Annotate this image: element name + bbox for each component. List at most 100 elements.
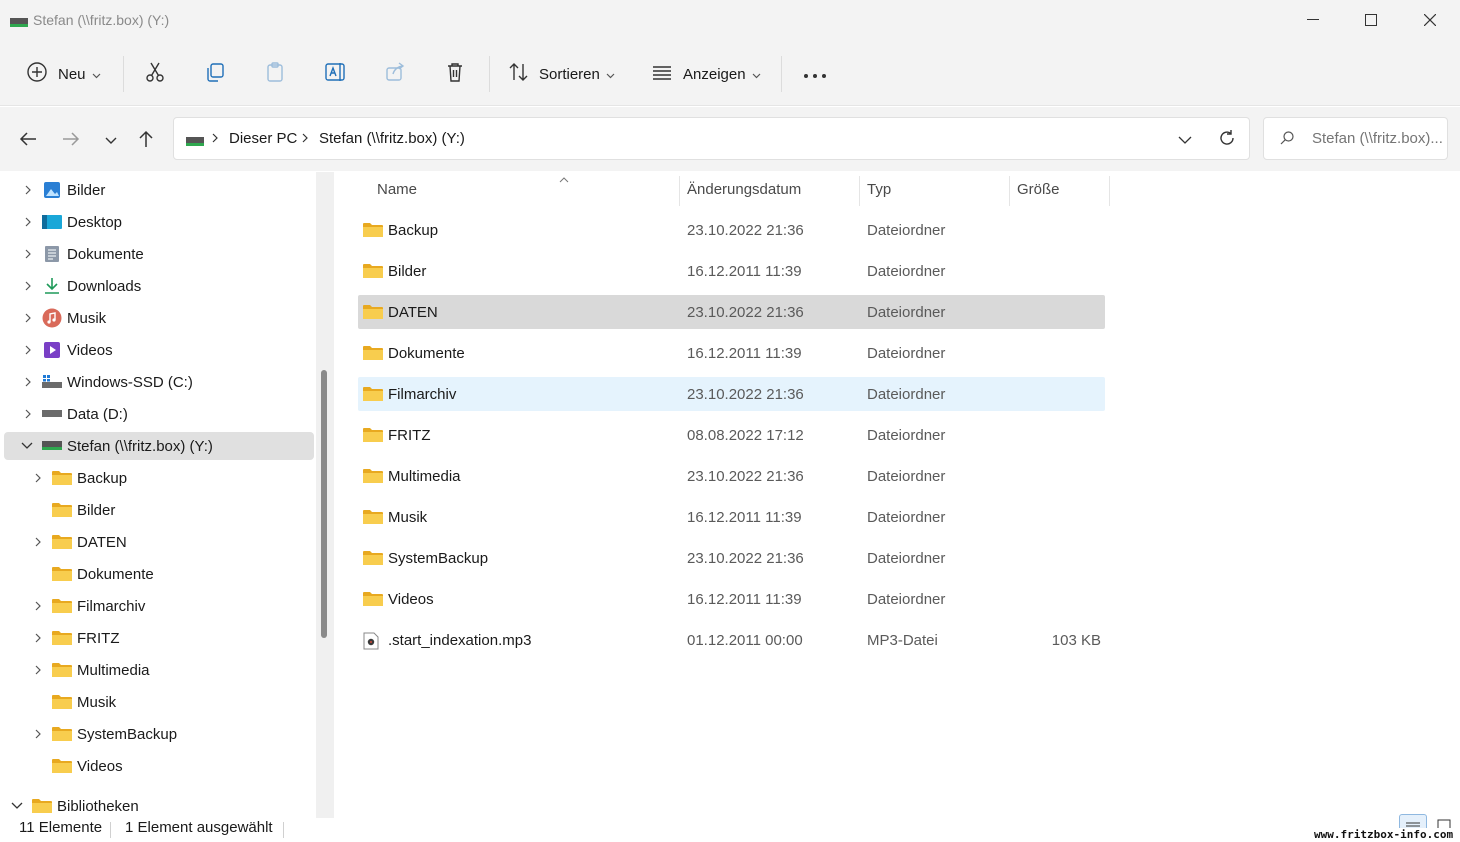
search-icon bbox=[1280, 131, 1294, 148]
more-icon bbox=[803, 66, 827, 83]
chevron-right-icon[interactable] bbox=[22, 312, 34, 324]
column-header-size[interactable]: Größe bbox=[1017, 172, 1107, 206]
network-drive-icon bbox=[42, 437, 62, 455]
refresh-icon bbox=[1218, 129, 1236, 150]
file-date: 16.12.2011 11:39 bbox=[687, 263, 802, 280]
recent-locations-button[interactable] bbox=[96, 125, 126, 155]
file-row[interactable]: SystemBackup 23.10.2022 21:36 Dateiordne… bbox=[358, 541, 1105, 575]
folder-icon bbox=[363, 509, 383, 529]
chevron-down-icon bbox=[752, 66, 761, 83]
chevron-right-icon[interactable] bbox=[22, 280, 34, 292]
column-header-date[interactable]: Änderungsdatum bbox=[687, 172, 857, 206]
sidebar-item-network-drive[interactable]: Stefan (\\fritz.box) (Y:) bbox=[4, 432, 314, 460]
breadcrumb-current-drive[interactable]: Stefan (\\fritz.box) (Y:) bbox=[319, 130, 465, 147]
cut-button[interactable] bbox=[144, 57, 166, 91]
file-row[interactable]: Dokumente 16.12.2011 11:39 Dateiordner bbox=[358, 336, 1105, 370]
folder-icon bbox=[363, 263, 383, 283]
chevron-right-icon[interactable] bbox=[22, 376, 34, 388]
sidebar-item-windows-ssd[interactable]: Windows-SSD (C:) bbox=[4, 368, 314, 396]
paste-button[interactable] bbox=[264, 57, 286, 91]
file-row-selected[interactable]: DATEN 23.10.2022 21:36 Dateiordner bbox=[358, 295, 1105, 329]
file-row[interactable]: .start_indexation.mp3 01.12.2011 00:00 M… bbox=[358, 623, 1105, 657]
column-header-name[interactable]: Name bbox=[377, 172, 677, 206]
sidebar-item-dokumente-folder[interactable]: Dokumente bbox=[4, 560, 314, 588]
rename-button[interactable] bbox=[324, 57, 348, 91]
arrow-right-icon bbox=[62, 131, 80, 150]
sidebar-item-videos-folder[interactable]: Videos bbox=[4, 752, 314, 780]
breadcrumb-this-pc[interactable]: Dieser PC bbox=[229, 130, 297, 147]
sidebar-item-musik-folder[interactable]: Musik bbox=[4, 688, 314, 716]
column-header-label: Name bbox=[377, 180, 418, 198]
refresh-button[interactable] bbox=[1214, 127, 1240, 151]
sidebar-item-label: Stefan (\\fritz.box) (Y:) bbox=[67, 437, 213, 455]
file-name: Musik bbox=[388, 509, 428, 526]
more-options-button[interactable] bbox=[803, 57, 827, 91]
sidebar-item-videos[interactable]: Videos bbox=[4, 336, 314, 364]
file-date: 16.12.2011 11:39 bbox=[687, 345, 802, 362]
sidebar-item-label: Multimedia bbox=[77, 661, 150, 679]
up-button[interactable] bbox=[131, 125, 161, 155]
chevron-right-icon[interactable] bbox=[22, 184, 34, 196]
chevron-right-icon[interactable] bbox=[32, 664, 44, 676]
back-button[interactable] bbox=[13, 125, 43, 155]
minimize-button[interactable] bbox=[1284, 0, 1342, 40]
copy-icon bbox=[204, 61, 226, 87]
sidebar-item-desktop[interactable]: Desktop bbox=[4, 208, 314, 236]
sidebar-item-daten[interactable]: DATEN bbox=[4, 528, 314, 556]
share-button[interactable] bbox=[384, 57, 406, 91]
chevron-right-icon[interactable] bbox=[32, 472, 44, 484]
sidebar-scrollbar-thumb[interactable] bbox=[321, 370, 327, 638]
chevron-right-icon[interactable] bbox=[22, 216, 34, 228]
sort-button[interactable]: Sortieren bbox=[508, 57, 615, 91]
folder-icon bbox=[363, 468, 383, 488]
sidebar-item-documents[interactable]: Dokumente bbox=[4, 240, 314, 268]
search-box[interactable] bbox=[1263, 117, 1448, 160]
chevron-right-icon[interactable] bbox=[22, 408, 34, 420]
sidebar-item-pictures[interactable]: Bilder bbox=[4, 176, 314, 204]
chevron-right-icon[interactable] bbox=[32, 536, 44, 548]
new-button[interactable]: Neu bbox=[26, 57, 101, 91]
maximize-button[interactable] bbox=[1342, 0, 1400, 40]
file-row-hovered[interactable]: Filmarchiv 23.10.2022 21:36 Dateiordner bbox=[358, 377, 1105, 411]
sidebar-item-multimedia[interactable]: Multimedia bbox=[4, 656, 314, 684]
copy-button[interactable] bbox=[204, 57, 226, 91]
chevron-right-icon[interactable] bbox=[32, 632, 44, 644]
file-date: 23.10.2022 21:36 bbox=[687, 222, 804, 239]
chevron-right-icon[interactable] bbox=[32, 600, 44, 612]
file-row[interactable]: Multimedia 23.10.2022 21:36 Dateiordner bbox=[358, 459, 1105, 493]
chevron-right-icon[interactable] bbox=[32, 728, 44, 740]
file-list: Name Änderungsdatum Typ Größe Backup 23.… bbox=[336, 172, 1460, 818]
column-header-type[interactable]: Typ bbox=[867, 172, 1007, 206]
sidebar-scrollbar[interactable] bbox=[316, 172, 334, 818]
address-history-button[interactable] bbox=[1172, 128, 1198, 150]
search-input[interactable] bbox=[1312, 130, 1446, 147]
sidebar-item-filmarchiv[interactable]: Filmarchiv bbox=[4, 592, 314, 620]
sidebar-item-label: SystemBackup bbox=[77, 725, 178, 743]
file-row[interactable]: Musik 16.12.2011 11:39 Dateiordner bbox=[358, 500, 1105, 534]
chevron-right-icon[interactable] bbox=[22, 248, 34, 260]
chevron-down-icon[interactable] bbox=[11, 800, 23, 812]
sidebar-item-backup[interactable]: Backup bbox=[4, 464, 314, 492]
file-row[interactable]: Bilder 16.12.2011 11:39 Dateiordner bbox=[358, 254, 1105, 288]
window-title: Stefan (\\fritz.box) (Y:) bbox=[33, 12, 170, 28]
navigation-bar: Dieser PC Stefan (\\fritz.box) (Y:) bbox=[0, 107, 1460, 171]
file-row[interactable]: FRITZ 08.08.2022 17:12 Dateiordner bbox=[358, 418, 1105, 452]
sidebar-item-libraries[interactable]: Bibliotheken bbox=[4, 792, 314, 818]
forward-button[interactable] bbox=[56, 125, 86, 155]
chevron-down-icon bbox=[606, 66, 615, 83]
file-row[interactable]: Backup 23.10.2022 21:36 Dateiordner bbox=[358, 213, 1105, 247]
file-type: Dateiordner bbox=[867, 222, 946, 239]
sidebar-item-data-drive[interactable]: Data (D:) bbox=[4, 400, 314, 428]
sidebar-item-music[interactable]: Musik bbox=[4, 304, 314, 332]
close-button[interactable] bbox=[1401, 0, 1459, 40]
file-row[interactable]: Videos 16.12.2011 11:39 Dateiordner bbox=[358, 582, 1105, 616]
view-button[interactable]: Anzeigen bbox=[651, 57, 761, 91]
sidebar-item-bilder-folder[interactable]: Bilder bbox=[4, 496, 314, 524]
chevron-right-icon[interactable] bbox=[22, 344, 34, 356]
delete-button[interactable] bbox=[444, 57, 466, 91]
sidebar-item-systembackup[interactable]: SystemBackup bbox=[4, 720, 314, 748]
sidebar-item-fritz[interactable]: FRITZ bbox=[4, 624, 314, 652]
chevron-down-icon[interactable] bbox=[21, 440, 33, 452]
address-bar[interactable]: Dieser PC Stefan (\\fritz.box) (Y:) bbox=[173, 117, 1250, 160]
sidebar-item-downloads[interactable]: Downloads bbox=[4, 272, 314, 300]
